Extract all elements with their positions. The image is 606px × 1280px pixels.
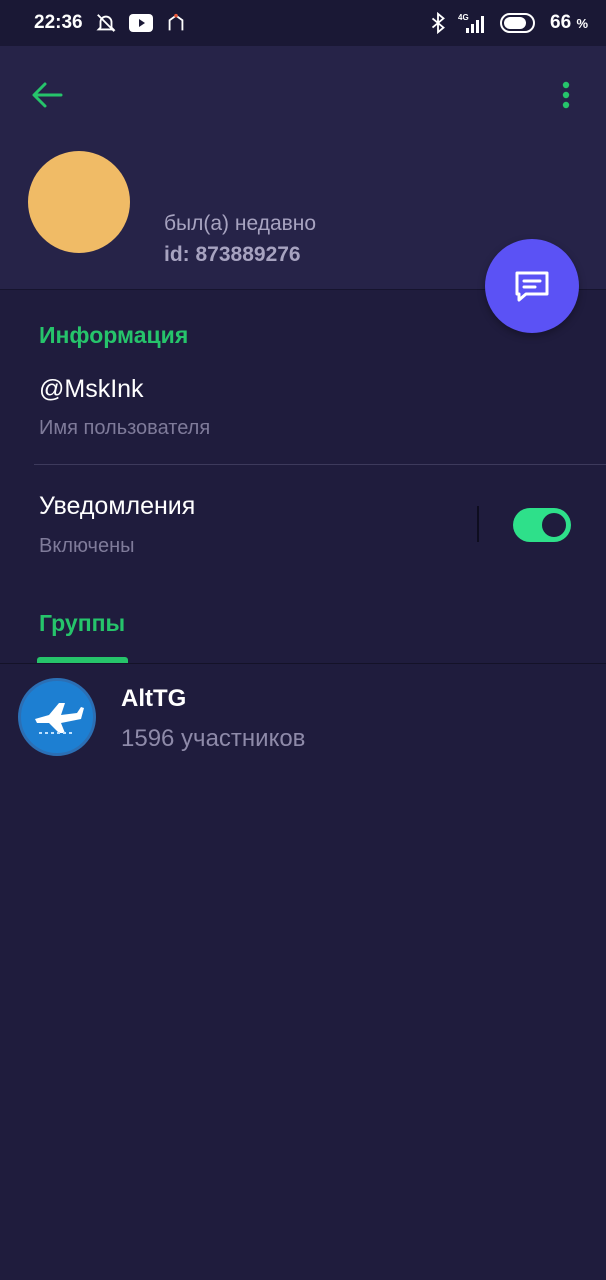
bluetooth-icon: [430, 12, 446, 34]
battery-level: 66 %: [550, 12, 588, 34]
username-caption: Имя пользователя: [39, 417, 211, 439]
group-name: AltTG: [121, 685, 187, 712]
message-icon: [515, 271, 549, 302]
tab-border: [0, 663, 606, 664]
notifications-toggle[interactable]: [513, 508, 571, 542]
more-options-button[interactable]: [552, 76, 580, 114]
back-button[interactable]: [28, 76, 66, 114]
tab-groups[interactable]: Группы: [39, 610, 125, 637]
app-notification-icon: [165, 12, 187, 34]
status-bar: 22:36 4G 66 %: [0, 0, 606, 46]
info-section-title: Информация: [39, 322, 189, 348]
toggle-divider: [477, 506, 479, 542]
toggle-knob: [539, 510, 569, 540]
battery-icon: [500, 13, 538, 33]
arrow-left-icon: [32, 82, 63, 108]
group-list-item[interactable]: AltTG 1596 участников: [0, 670, 606, 766]
youtube-icon: [128, 14, 153, 32]
group-avatar: [18, 678, 96, 756]
group-members-count: 1596 участников: [121, 725, 306, 752]
jet-plane-icon: [35, 703, 84, 734]
alarm-off-icon: [95, 12, 117, 34]
signal-icon: 4G: [458, 12, 488, 34]
battery-value: 66: [550, 12, 572, 33]
send-message-button[interactable]: [485, 239, 579, 333]
avatar[interactable]: [28, 151, 130, 253]
notifications-label[interactable]: Уведомления: [39, 492, 195, 521]
notifications-status: Включены: [39, 535, 135, 557]
divider: [34, 464, 606, 465]
username-value[interactable]: @MskInk: [39, 375, 144, 404]
network-label: 4G: [458, 13, 469, 22]
status-time: 22:36: [34, 12, 83, 33]
more-vert-icon: [562, 81, 570, 109]
battery-unit: %: [576, 16, 588, 31]
last-seen-status: был(а) недавно: [164, 212, 317, 235]
user-id: id: 873889276: [164, 243, 301, 266]
